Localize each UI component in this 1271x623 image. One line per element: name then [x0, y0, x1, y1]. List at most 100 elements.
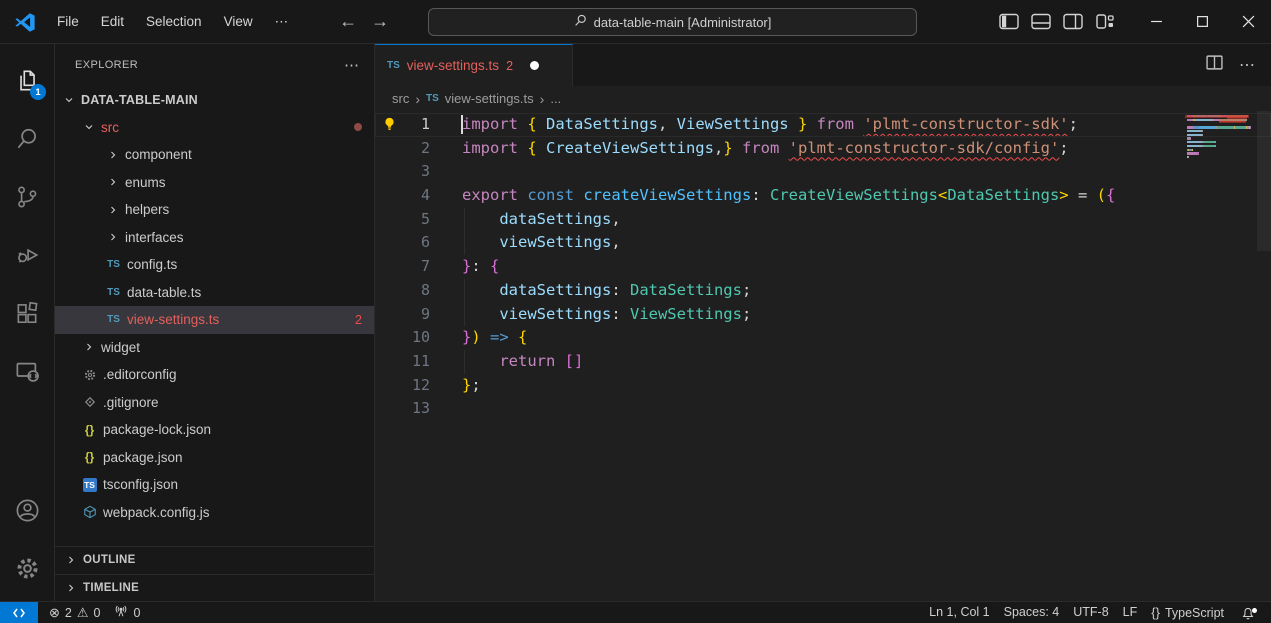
- breadcrumb-src[interactable]: src: [392, 91, 409, 106]
- sidebar-section-timeline[interactable]: TIMELINE: [55, 574, 374, 602]
- chevron-down-icon: [81, 119, 97, 135]
- sidebar-section-outline[interactable]: OUTLINE: [55, 546, 374, 574]
- menu-[interactable]: ⋯: [264, 8, 300, 36]
- tree-item-data-table-main[interactable]: DATA-TABLE-MAIN: [55, 86, 374, 114]
- error-icon: ⊗: [49, 605, 60, 621]
- breadcrumb-symbol[interactable]: ...: [550, 91, 561, 106]
- menu-selection[interactable]: Selection: [135, 8, 213, 36]
- remote-explorer-icon[interactable]: [3, 346, 51, 396]
- notification-dot: [1252, 608, 1257, 613]
- error-count: 2: [65, 606, 72, 620]
- code-line-8[interactable]: 8 dataSettings: DataSettings;: [375, 279, 1271, 303]
- chevron-down-icon: [61, 92, 77, 108]
- status-ln-1-col-1[interactable]: Ln 1, Col 1: [922, 605, 996, 619]
- code-line-7[interactable]: 7}: {: [375, 255, 1271, 279]
- window-title: data-table-main [Administrator]: [594, 15, 772, 30]
- code-line-2[interactable]: 2import { CreateViewSettings,} from 'plm…: [375, 137, 1271, 161]
- code-line-1[interactable]: 1import { DataSettings, ViewSettings } f…: [375, 113, 1271, 137]
- explorer-badge: 1: [30, 84, 46, 100]
- chevron-right-icon: ›: [415, 91, 420, 107]
- line-number: 8: [421, 279, 430, 303]
- problems-indicator[interactable]: ⊗ 2 ⚠ 0: [42, 605, 107, 621]
- close-button[interactable]: [1225, 0, 1271, 44]
- ts-file-icon: TS: [105, 314, 122, 325]
- accounts-icon[interactable]: [3, 485, 51, 535]
- code-line-4[interactable]: 4export const createViewSettings: Create…: [375, 184, 1271, 208]
- modified-dot-icon[interactable]: [530, 61, 539, 70]
- code-line-13[interactable]: 13: [375, 397, 1271, 421]
- split-editor-icon[interactable]: [1206, 55, 1223, 75]
- tree-item-webpack-config-js[interactable]: webpack.config.js: [55, 499, 374, 527]
- forward-arrow-icon[interactable]: →: [371, 11, 389, 32]
- extensions-icon[interactable]: [3, 288, 51, 338]
- editor-more-actions-icon[interactable]: ⋯: [1239, 55, 1255, 75]
- ts-file-icon: TS: [105, 259, 122, 270]
- breadcrumb-file[interactable]: view-settings.ts: [445, 91, 534, 106]
- toggle-secondary-sidebar-icon[interactable]: [1063, 13, 1083, 30]
- minimize-button[interactable]: [1133, 0, 1179, 44]
- ports-indicator[interactable]: 0: [107, 604, 147, 621]
- maximize-button[interactable]: [1179, 0, 1225, 44]
- notifications-bell[interactable]: [1231, 606, 1265, 620]
- editor-scrollbar[interactable]: [1257, 111, 1271, 601]
- tree-item-helpers[interactable]: helpers: [55, 196, 374, 224]
- code-line-11[interactable]: 11 return []: [375, 350, 1271, 374]
- tree-item-enums[interactable]: enums: [55, 169, 374, 197]
- status-lf[interactable]: LF: [1116, 605, 1145, 619]
- vscode-logo-icon: [14, 11, 36, 33]
- menu-bar: FileEditSelectionView⋯: [46, 8, 299, 36]
- tree-item-interfaces[interactable]: interfaces: [55, 224, 374, 252]
- code-line-12[interactable]: 12};: [375, 374, 1271, 398]
- ts-file-icon: TS: [387, 60, 400, 71]
- tree-item-config-ts[interactable]: TSconfig.ts: [55, 251, 374, 279]
- search-sidebar-icon[interactable]: [3, 114, 51, 164]
- source-control-icon[interactable]: [3, 172, 51, 222]
- settings-gear-icon[interactable]: [3, 543, 51, 593]
- explorer-icon[interactable]: 1: [3, 56, 51, 106]
- code-editor[interactable]: 1import { DataSettings, ViewSettings } f…: [375, 111, 1271, 601]
- status-utf-8[interactable]: UTF-8: [1066, 605, 1115, 619]
- code-line-5[interactable]: 5 dataSettings,: [375, 208, 1271, 232]
- chevron-right-icon: [105, 202, 121, 218]
- customize-layout-icon[interactable]: [1095, 13, 1115, 30]
- toggle-panel-icon[interactable]: [1031, 13, 1051, 30]
- menu-view[interactable]: View: [213, 8, 264, 36]
- line-number: 3: [421, 160, 430, 184]
- tree-item-package-lock-json[interactable]: {}package-lock.json: [55, 416, 374, 444]
- minimap[interactable]: [1187, 115, 1255, 164]
- back-arrow-icon[interactable]: ←: [339, 11, 357, 32]
- line-number: 6: [421, 231, 430, 255]
- menu-edit[interactable]: Edit: [90, 8, 135, 36]
- run-debug-icon[interactable]: [3, 230, 51, 280]
- menu-file[interactable]: File: [46, 8, 90, 36]
- code-line-9[interactable]: 9 viewSettings: ViewSettings;: [375, 303, 1271, 327]
- status-spaces-4[interactable]: Spaces: 4: [997, 605, 1067, 619]
- toggle-primary-sidebar-icon[interactable]: [999, 13, 1019, 30]
- tree-item-package-json[interactable]: {}package.json: [55, 444, 374, 472]
- tree-item-tsconfig-json[interactable]: TStsconfig.json: [55, 471, 374, 499]
- code-line-3[interactable]: 3: [375, 160, 1271, 184]
- cube-file-icon: [81, 505, 98, 519]
- command-center-search[interactable]: data-table-main [Administrator]: [428, 8, 917, 36]
- warning-count: 0: [94, 606, 101, 620]
- braces-file-icon: {}: [81, 423, 98, 437]
- remote-indicator[interactable]: [0, 602, 38, 623]
- tree-item-data-table-ts[interactable]: TSdata-table.ts: [55, 279, 374, 307]
- tab-bar: TS view-settings.ts 2 ⋯: [375, 44, 1271, 86]
- activity-bar: 1: [0, 44, 55, 601]
- tree-item-widget[interactable]: widget: [55, 334, 374, 362]
- tree-item-src[interactable]: src: [55, 114, 374, 142]
- code-line-6[interactable]: 6 viewSettings,: [375, 231, 1271, 255]
- tree-item-view-settings-ts[interactable]: TSview-settings.ts2: [55, 306, 374, 334]
- explorer-more-actions-icon[interactable]: ⋯: [344, 56, 360, 74]
- line-number: 10: [412, 326, 430, 350]
- text-cursor: [461, 115, 463, 134]
- code-line-10[interactable]: 10}) => {: [375, 326, 1271, 350]
- chevron-right-icon: [81, 339, 97, 355]
- chevron-right-icon: [105, 147, 121, 163]
- tab-view-settings[interactable]: TS view-settings.ts 2: [375, 44, 573, 86]
- tree-item--editorconfig[interactable]: .editorconfig: [55, 361, 374, 389]
- tree-item-component[interactable]: component: [55, 141, 374, 169]
- tree-item--gitignore[interactable]: .gitignore: [55, 389, 374, 417]
- status-typescript[interactable]: {}TypeScript: [1144, 605, 1231, 620]
